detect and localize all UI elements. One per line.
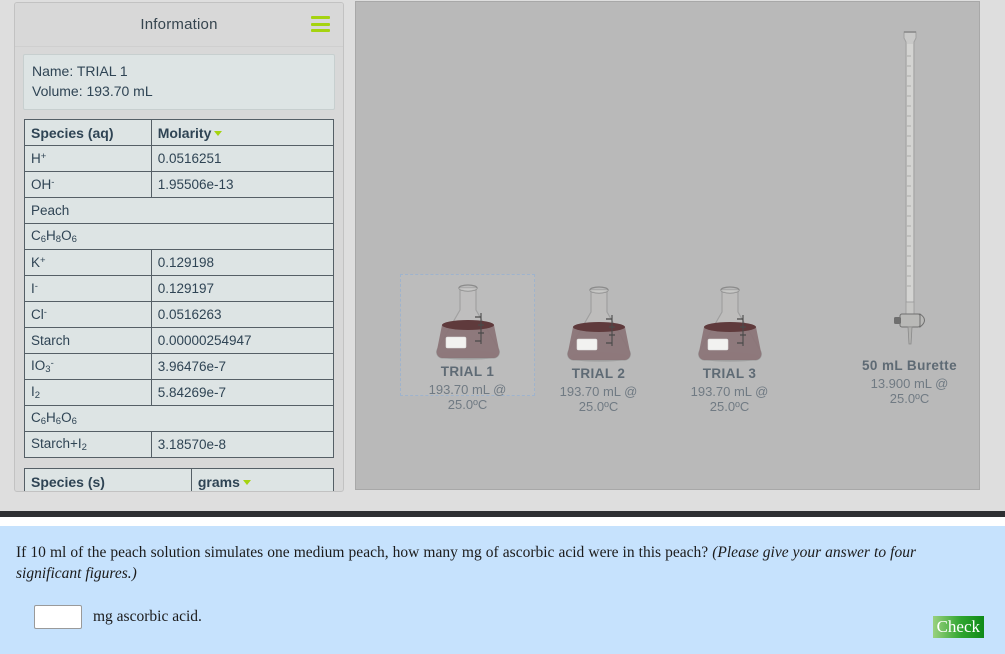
cell-species: I2 xyxy=(24,379,152,406)
aqueous-species-table: Species (aq) Molarity H+ 0.0516251 OH- 1.95… xyxy=(24,119,335,458)
cell-species: IO3- xyxy=(24,353,152,380)
station-label: TRIAL 2 xyxy=(571,366,626,381)
cell-molarity: 5.84269e-7 xyxy=(150,379,335,406)
sample-summary: Name: TRIAL 1 Volume: 193.70 mL xyxy=(23,54,335,110)
sample-volume: Volume: 193.70 mL xyxy=(32,83,153,99)
cell-species: C6H8O6 xyxy=(24,223,334,250)
check-button[interactable]: Check xyxy=(932,616,984,638)
col-header-molarity-label: Molarity xyxy=(157,124,212,141)
table-row[interactable]: IO3- 3.96476e-7 xyxy=(24,353,335,380)
simulation-app: Information Name: TRIAL 1 Volume: 193.70… xyxy=(0,0,1005,654)
station-trial-1[interactable]: TRIAL 1 193.70 mL @ 25.0ºC xyxy=(410,280,525,412)
station-detail: 13.900 mL @ 25.0ºC xyxy=(870,376,949,406)
table-row[interactable]: C6H6O6 xyxy=(24,405,334,432)
panel-title: Information xyxy=(140,16,218,33)
station-trial-2[interactable]: TRIAL 2 193.70 mL @ 25.0ºC xyxy=(541,282,656,414)
station-detail: 193.70 mL @ 25.0ºC xyxy=(428,382,507,412)
table-row[interactable]: Peach xyxy=(24,197,334,224)
cell-species: Cl- xyxy=(24,301,152,328)
col-header-grams-label: grams xyxy=(197,473,240,490)
table-row[interactable]: OH- 1.95506e-13 xyxy=(24,171,335,198)
hamburger-icon[interactable] xyxy=(311,16,330,32)
table-row[interactable]: Cl- 0.0516263 xyxy=(24,301,335,328)
col-header-molarity[interactable]: Molarity xyxy=(150,119,335,146)
burette-icon xyxy=(880,26,940,356)
col-header-species-s[interactable]: Species (s) xyxy=(24,468,192,491)
station-detail: 193.70 mL @ 25.0ºC xyxy=(559,384,638,414)
cell-species: I- xyxy=(24,275,152,302)
station-trial-3[interactable]: TRIAL 3 193.70 mL @ 25.0ºC xyxy=(672,282,787,414)
workspace: Information Name: TRIAL 1 Volume: 193.70… xyxy=(0,0,1005,511)
col-header-species-s-label: Species (s) xyxy=(31,473,105,490)
caret-down-icon xyxy=(242,480,251,486)
aqueous-table-body: H+ 0.0516251 OH- 1.95506e-13 Peach C6H8O6 K+ 0.… xyxy=(24,145,335,458)
sample-name: Name: TRIAL 1 xyxy=(32,63,128,79)
answer-units-label: mg ascorbic acid. xyxy=(93,608,202,625)
station-detail: 193.70 mL @ 25.0ºC xyxy=(690,384,769,414)
cell-species: OH- xyxy=(24,171,152,198)
cell-species: Starch+I2 xyxy=(24,431,152,458)
hamburger-bar xyxy=(311,22,330,26)
cell-molarity: 0.0516263 xyxy=(150,301,335,328)
cell-molarity: 0.0516251 xyxy=(150,145,335,172)
table-row[interactable]: H+ 0.0516251 xyxy=(24,145,335,172)
cell-species: K+ xyxy=(24,249,152,276)
table-header-row: Species (s) grams xyxy=(24,468,335,491)
aqueous-species-table-wrap: Species (aq) Molarity H+ 0.0516251 OH- 1.95… xyxy=(23,118,335,459)
erlenmeyer-flask-icon xyxy=(688,282,772,364)
table-row[interactable]: K+ 0.129198 xyxy=(24,249,335,276)
table-row[interactable]: I2 5.84269e-7 xyxy=(24,379,335,406)
cell-molarity: 0.129198 xyxy=(150,249,335,276)
table-row[interactable]: C6H8O6 xyxy=(24,223,334,250)
aqueous-table-head: Species (aq) Molarity xyxy=(24,119,335,146)
cell-molarity: 3.96476e-7 xyxy=(150,353,335,380)
table-row[interactable]: Starch+I2 3.18570e-8 xyxy=(24,431,335,458)
table-row[interactable]: Starch 0.00000254947 xyxy=(24,327,335,354)
cell-molarity: 0.129197 xyxy=(150,275,335,302)
question-text: If 10 ml of the peach solution simulates… xyxy=(16,542,916,584)
information-panel: Information Name: TRIAL 1 Volume: 193.70… xyxy=(14,2,344,492)
cell-species: Starch xyxy=(24,327,152,354)
cell-species: Peach xyxy=(24,197,334,224)
erlenmeyer-flask-icon xyxy=(426,280,510,362)
station-burette[interactable]: 50 mL Burette 13.900 mL @ 25.0ºC xyxy=(852,26,967,406)
caret-down-icon xyxy=(214,131,223,137)
station-label: TRIAL 3 xyxy=(702,366,757,381)
solid-species-table-wrap: Species (s) grams xyxy=(23,467,335,491)
table-row[interactable]: I- 0.129197 xyxy=(24,275,335,302)
cell-species: C6H6O6 xyxy=(24,405,334,432)
answer-input[interactable] xyxy=(34,605,82,629)
cell-molarity: 1.95506e-13 xyxy=(150,171,335,198)
erlenmeyer-flask-icon xyxy=(557,282,641,364)
col-header-species-aq-label: Species (aq) xyxy=(31,124,114,141)
answer-row: mg ascorbic acid. xyxy=(34,605,202,629)
col-header-grams[interactable]: grams xyxy=(190,468,335,491)
information-panel-header: Information xyxy=(15,3,343,47)
question-panel: If 10 ml of the peach solution simulates… xyxy=(0,526,1005,654)
station-label: TRIAL 1 xyxy=(440,364,495,379)
solid-table-head: Species (s) grams xyxy=(24,468,335,491)
divider-gap xyxy=(0,517,1005,526)
table-header-row: Species (aq) Molarity xyxy=(24,119,335,146)
information-panel-body: Name: TRIAL 1 Volume: 193.70 mL Species … xyxy=(15,47,343,491)
cell-molarity: 0.00000254947 xyxy=(150,327,335,354)
hamburger-bar xyxy=(311,16,330,19)
station-label: 50 mL Burette xyxy=(862,358,957,373)
question-prompt: If 10 ml of the peach solution simulates… xyxy=(16,544,709,561)
lab-bench: TRIAL 1 193.70 mL @ 25.0ºC TRIAL 2 193.7… xyxy=(355,1,980,490)
cell-molarity: 3.18570e-8 xyxy=(150,431,335,458)
solid-species-table: Species (s) grams xyxy=(24,468,335,491)
col-header-species-aq[interactable]: Species (aq) xyxy=(24,119,152,146)
cell-species: H+ xyxy=(24,145,152,172)
hamburger-bar xyxy=(311,29,330,32)
